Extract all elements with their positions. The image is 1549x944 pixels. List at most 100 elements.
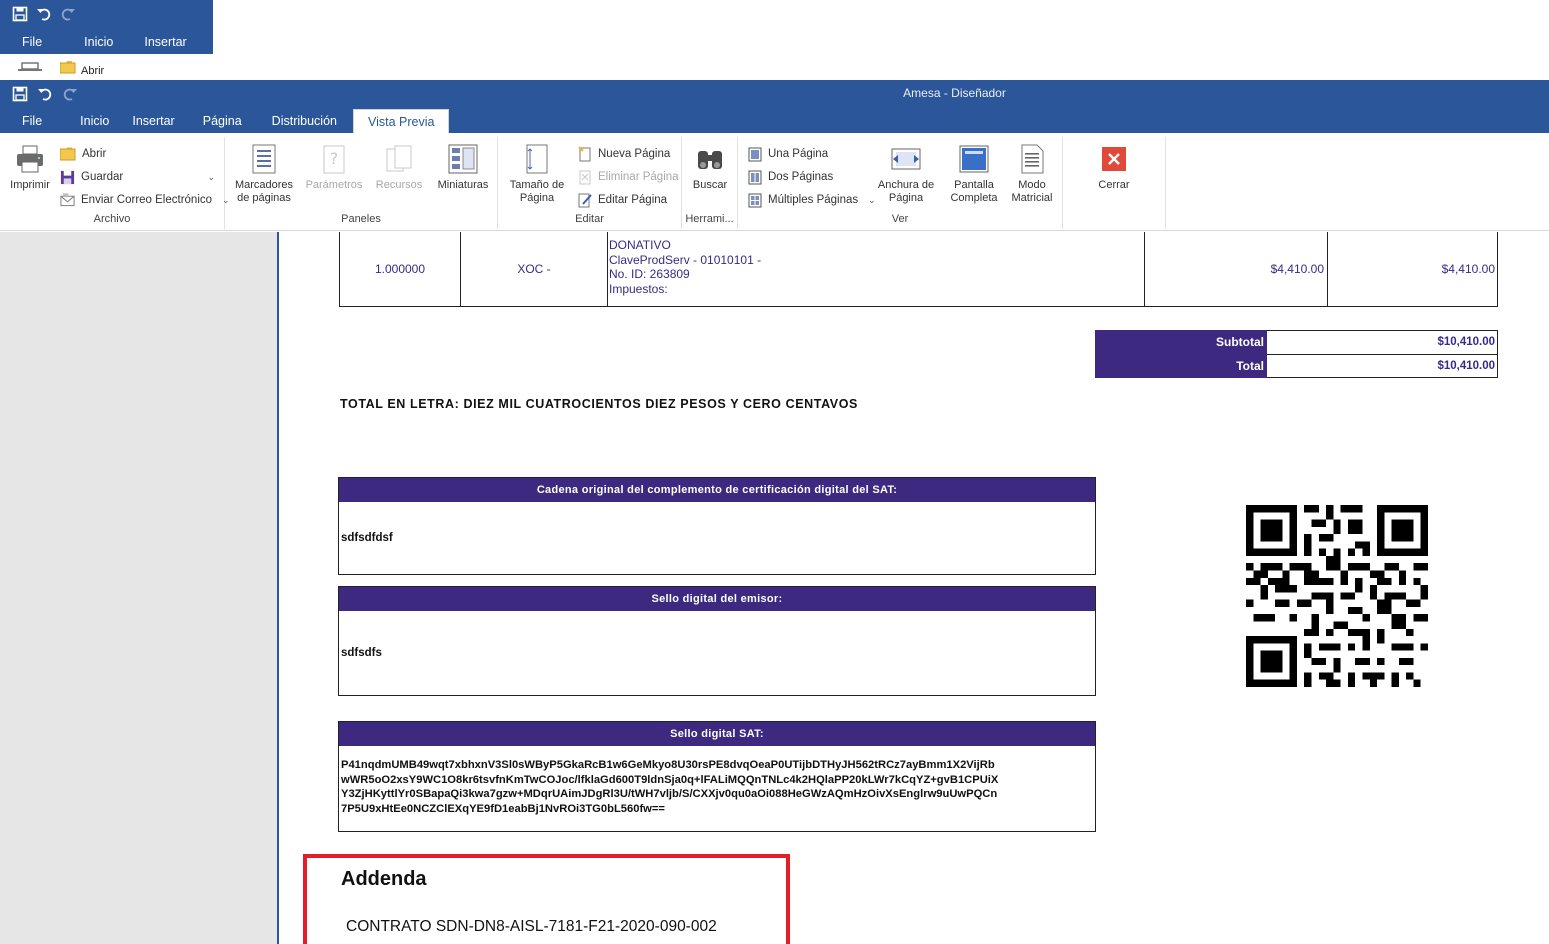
multiple-pages-label: Múltiples Páginas — [768, 194, 859, 206]
bookmarks-label: Marcadores de páginas — [234, 179, 294, 204]
background-window-titlebar: File Inicio Insertar — [0, 0, 213, 54]
bookmarks-button[interactable]: Marcadores de páginas — [233, 143, 295, 205]
page-width-button[interactable]: Anchura de Página — [874, 143, 938, 205]
printer-icon — [18, 62, 42, 71]
subtotal-row: Subtotal $10,410.00 — [1095, 330, 1498, 354]
full-screen-button[interactable]: Pantalla Completa — [944, 143, 1004, 205]
matrix-mode-icon — [1021, 144, 1044, 174]
save-icon[interactable] — [12, 6, 28, 22]
edit-page-button[interactable]: Editar Página — [578, 190, 667, 210]
description-line: No. ID: 263809 — [609, 267, 690, 281]
matrix-mode-button[interactable]: Modo Matricial — [1006, 143, 1058, 205]
page-size-label: Tamaño de Página — [509, 179, 565, 204]
page-width-label: Anchura de Página — [877, 179, 935, 204]
background-tab-file[interactable]: File — [22, 30, 42, 54]
two-pages-button[interactable]: Dos Páginas — [748, 167, 833, 187]
issuer-seal-box: Sello digital del emisor: sdfsdfs — [338, 586, 1096, 696]
tab-insertar[interactable]: Insertar — [125, 108, 188, 133]
document-page[interactable]: 1.000000 XOC - DONATIVO ClaveProdServ - … — [279, 232, 1549, 944]
search-button[interactable]: Buscar — [688, 143, 732, 192]
page-size-button[interactable]: Tamaño de Página — [504, 143, 570, 205]
background-tab-inicio[interactable]: Inicio — [84, 30, 113, 54]
folder-icon — [60, 61, 76, 74]
quantity-value: 1.000000 — [374, 262, 426, 276]
ribbon-group-paneles: Marcadores de páginas ? Parámetros Recur… — [225, 137, 498, 229]
quick-access-toolbar — [12, 80, 78, 108]
total-value: $10,410.00 — [1267, 354, 1498, 378]
amount-cell: $4,410.00 — [1328, 232, 1497, 306]
print-button[interactable]: Imprimir — [8, 143, 52, 192]
description-line: ClaveProdServ - 01010101 - — [609, 252, 762, 267]
unit-price-cell: $4,410.00 — [1145, 232, 1328, 306]
sat-seal-title: Sello digital SAT: — [339, 722, 1095, 746]
page-size-icon — [526, 144, 548, 174]
background-ribbon-row: Abrir — [0, 56, 213, 80]
one-page-button[interactable]: Una Página — [748, 144, 828, 164]
multiple-pages-icon — [748, 193, 762, 207]
one-page-label: Una Página — [768, 148, 829, 160]
sat-seal-line: Y3ZjHKyttlYr0SBapaQi3kwa7gzw+MDqrUAimJDg… — [341, 788, 998, 800]
two-pages-label: Dos Páginas — [768, 171, 834, 183]
delete-page-label: Eliminar Página — [598, 171, 679, 183]
parameters-label: Parámetros — [305, 179, 363, 191]
ribbon-group-archivo: Imprimir Abrir Guardar ⌄ Enviar Correo E… — [0, 137, 230, 229]
unit-price-value: $4,410.00 — [1270, 262, 1324, 276]
ribbon-tab-strip: File Inicio Insertar Página Distribución… — [0, 108, 1549, 133]
totals-table: Subtotal $10,410.00 Total $10,410.00 — [1095, 330, 1498, 378]
addenda-title: Addenda — [341, 868, 427, 890]
sat-seal-value: P41nqdmUMB49wqt7xbhxnV3Sl0sWByP5GkaRcB1w… — [339, 746, 1095, 816]
background-tab-strip: File Inicio Insertar — [0, 30, 187, 54]
delete-page-icon — [579, 170, 591, 185]
save-icon — [60, 170, 75, 184]
close-icon — [1102, 147, 1126, 171]
multiple-pages-button[interactable]: Múltiples Páginas ⌄ — [748, 190, 876, 210]
issuer-seal-value: sdfsdfs — [341, 647, 382, 659]
matrix-mode-label: Modo Matricial — [1011, 179, 1053, 204]
open-button[interactable]: Abrir — [60, 144, 106, 164]
subtotal-label: Subtotal — [1095, 330, 1267, 354]
bookmarks-icon — [252, 144, 276, 174]
delete-page-button[interactable]: Eliminar Página — [578, 167, 679, 187]
tab-inicio[interactable]: Inicio — [72, 108, 125, 133]
background-tab-insertar[interactable]: Insertar — [144, 30, 186, 54]
parameters-button[interactable]: ? Parámetros — [303, 143, 365, 192]
tab-vista-previa[interactable]: Vista Previa — [352, 109, 450, 133]
undo-icon[interactable] — [37, 86, 53, 102]
preview-side-area — [0, 232, 277, 944]
new-page-button[interactable]: Nueva Página — [578, 144, 670, 164]
unit-cell: XOC - — [461, 232, 608, 306]
save-icon[interactable] — [12, 86, 28, 102]
subtotal-value: $10,410.00 — [1267, 330, 1498, 354]
chevron-down-icon[interactable]: ⌄ — [207, 172, 215, 183]
thumbnails-button[interactable]: Miniaturas — [433, 143, 493, 192]
close-preview-button[interactable]: Cerrar — [1089, 143, 1139, 192]
ribbon-group-ver: Una Página Dos Páginas Múltiples Páginas… — [738, 137, 1063, 229]
open-label: Abrir — [82, 148, 107, 160]
page-width-icon — [891, 148, 921, 170]
original-chain-title: Cadena original del complemento de certi… — [339, 478, 1095, 502]
redo-icon — [63, 88, 77, 101]
send-email-button[interactable]: Enviar Correo Electrónico ⌄ — [60, 190, 230, 210]
unit-value: XOC - — [517, 262, 551, 276]
tab-distribucion[interactable]: Distribución — [258, 108, 353, 133]
sat-seal-box: Sello digital SAT: P41nqdmUMB49wqt7xbhxn… — [338, 721, 1096, 832]
svg-text:?: ? — [330, 149, 339, 168]
save-button[interactable]: Guardar ⌄ — [60, 167, 215, 187]
two-pages-icon — [748, 170, 762, 184]
ribbon-group-label: Editar — [575, 213, 604, 225]
background-open-label[interactable]: Abrir — [81, 65, 104, 77]
ribbon-group-cerrar: Cerrar — [1063, 137, 1166, 229]
original-chain-value: sdfsdfdsf — [341, 532, 393, 544]
ribbon: Imprimir Abrir Guardar ⌄ Enviar Correo E… — [0, 133, 1549, 231]
tab-pagina[interactable]: Página — [189, 108, 258, 133]
undo-icon[interactable] — [36, 6, 52, 22]
tab-file[interactable]: File — [0, 108, 72, 133]
resources-button[interactable]: Recursos — [371, 143, 427, 192]
amount-value: $4,410.00 — [1441, 262, 1495, 276]
total-row: Total $10,410.00 — [1095, 354, 1498, 378]
ribbon-group-label: Archivo — [93, 213, 131, 225]
one-page-icon — [748, 147, 762, 161]
full-screen-label: Pantalla Completa — [950, 179, 998, 204]
total-label: Total — [1095, 354, 1267, 378]
thumbnails-label: Miniaturas — [437, 179, 489, 191]
